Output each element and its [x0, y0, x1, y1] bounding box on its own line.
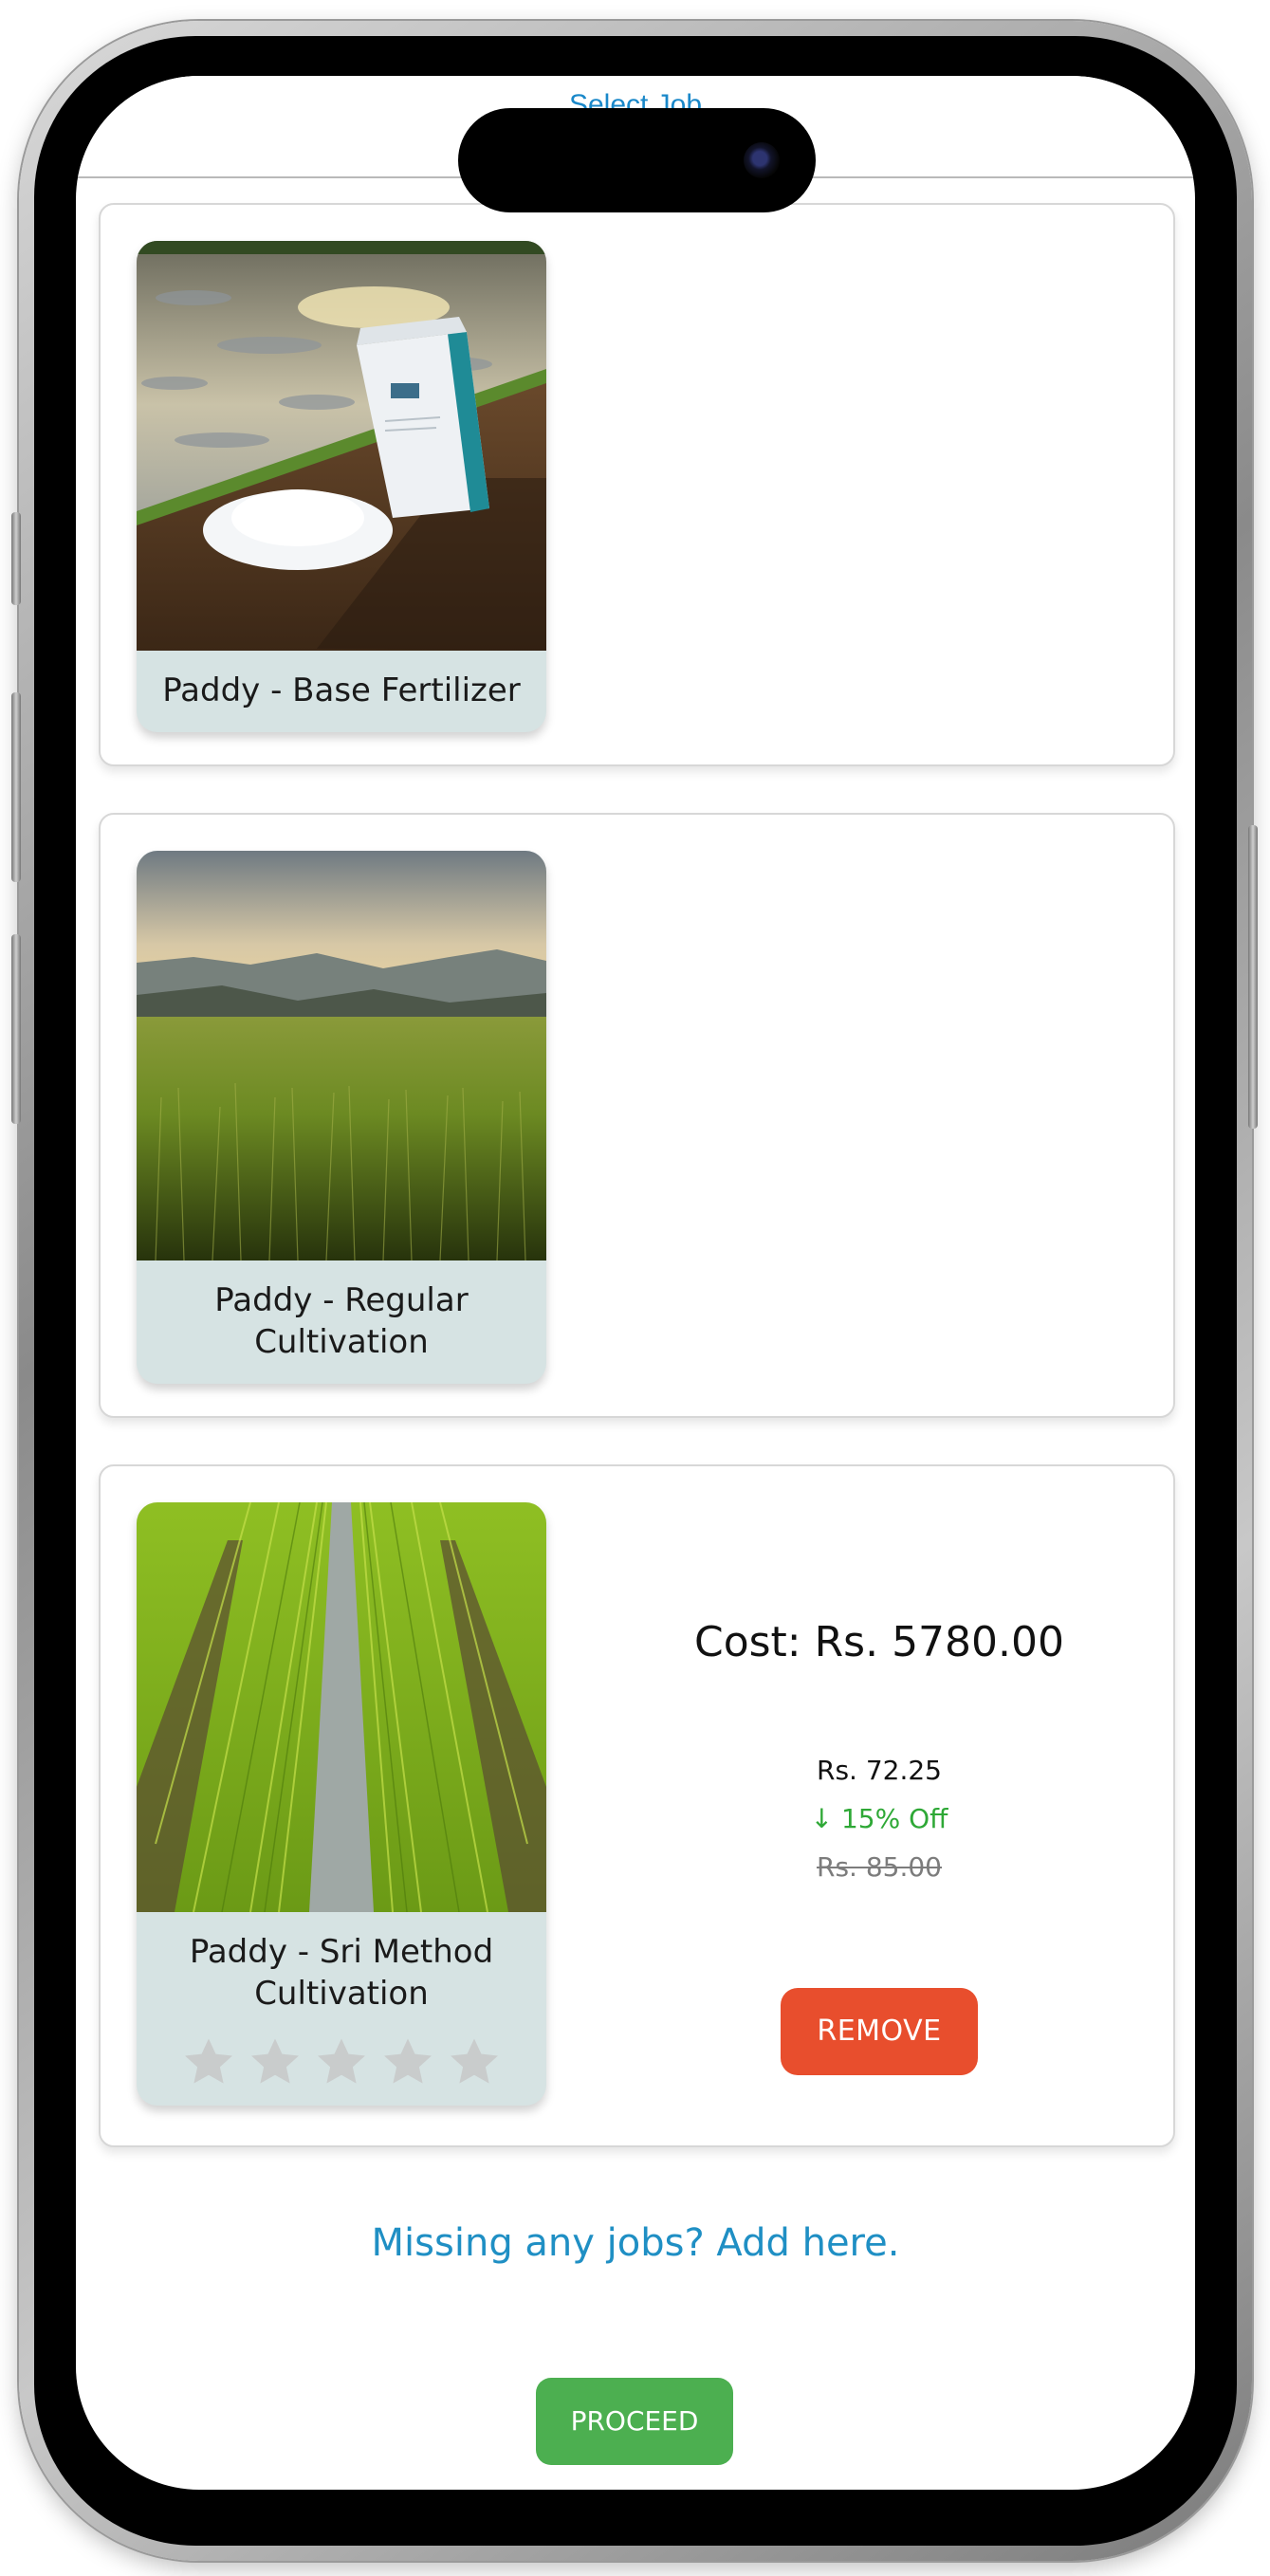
remove-wrapper: REMOVE [660, 1988, 1098, 2075]
paddy-field-photo [137, 851, 546, 1260]
job-title: Paddy - Base Fertilizer [162, 672, 521, 709]
discount-label: ↓ 15% Off [810, 1803, 948, 1834]
power-button [1248, 825, 1258, 1129]
star-icon[interactable] [248, 2035, 302, 2088]
volume-up-button [11, 692, 21, 882]
action-button [11, 512, 21, 605]
fertilizer-photo [137, 241, 546, 651]
dynamic-island [458, 108, 816, 212]
star-icon[interactable] [381, 2035, 434, 2088]
job-card[interactable]: Paddy - Regular Cultivation [99, 813, 1175, 1418]
star-icon[interactable] [182, 2035, 235, 2088]
job-title: Paddy - Regular Cultivation [214, 1281, 469, 1361]
job-tile[interactable]: Paddy - Base Fertilizer [137, 241, 546, 732]
star-icon[interactable] [448, 2035, 501, 2088]
original-price: Rs. 85.00 [816, 1851, 942, 1883]
add-missing-jobs-link[interactable]: Missing any jobs? Add here. [76, 2221, 1195, 2265]
rating-stars[interactable] [137, 2035, 546, 2106]
job-card-selected[interactable]: Paddy - Sri Method Cultivation Cost: Rs.… [99, 1464, 1175, 2147]
sri-paddy-photo [137, 1502, 546, 1912]
camera-icon [744, 142, 780, 178]
price-details: Rs. 72.25 ↓ 15% Off Rs. 85.00 [660, 1755, 1098, 1883]
remove-button[interactable]: REMOVE [781, 1988, 978, 2075]
proceed-button[interactable]: PROCEED [536, 2378, 733, 2465]
job-title: Paddy - Sri Method Cultivation [189, 1933, 494, 2013]
cost-section: Cost: Rs. 5780.00 [660, 1618, 1098, 1666]
job-tile[interactable]: Paddy - Regular Cultivation [137, 851, 546, 1384]
unit-price: Rs. 72.25 [816, 1755, 942, 1786]
job-card[interactable]: Paddy - Base Fertilizer [99, 203, 1175, 766]
total-cost: Cost: Rs. 5780.00 [693, 1618, 1065, 1666]
job-tile[interactable]: Paddy - Sri Method Cultivation [137, 1502, 546, 2106]
volume-down-button [11, 934, 21, 1124]
app-screen: Select Job Paddy - Base Fertilizer Paddy… [76, 76, 1195, 2490]
star-icon[interactable] [315, 2035, 368, 2088]
